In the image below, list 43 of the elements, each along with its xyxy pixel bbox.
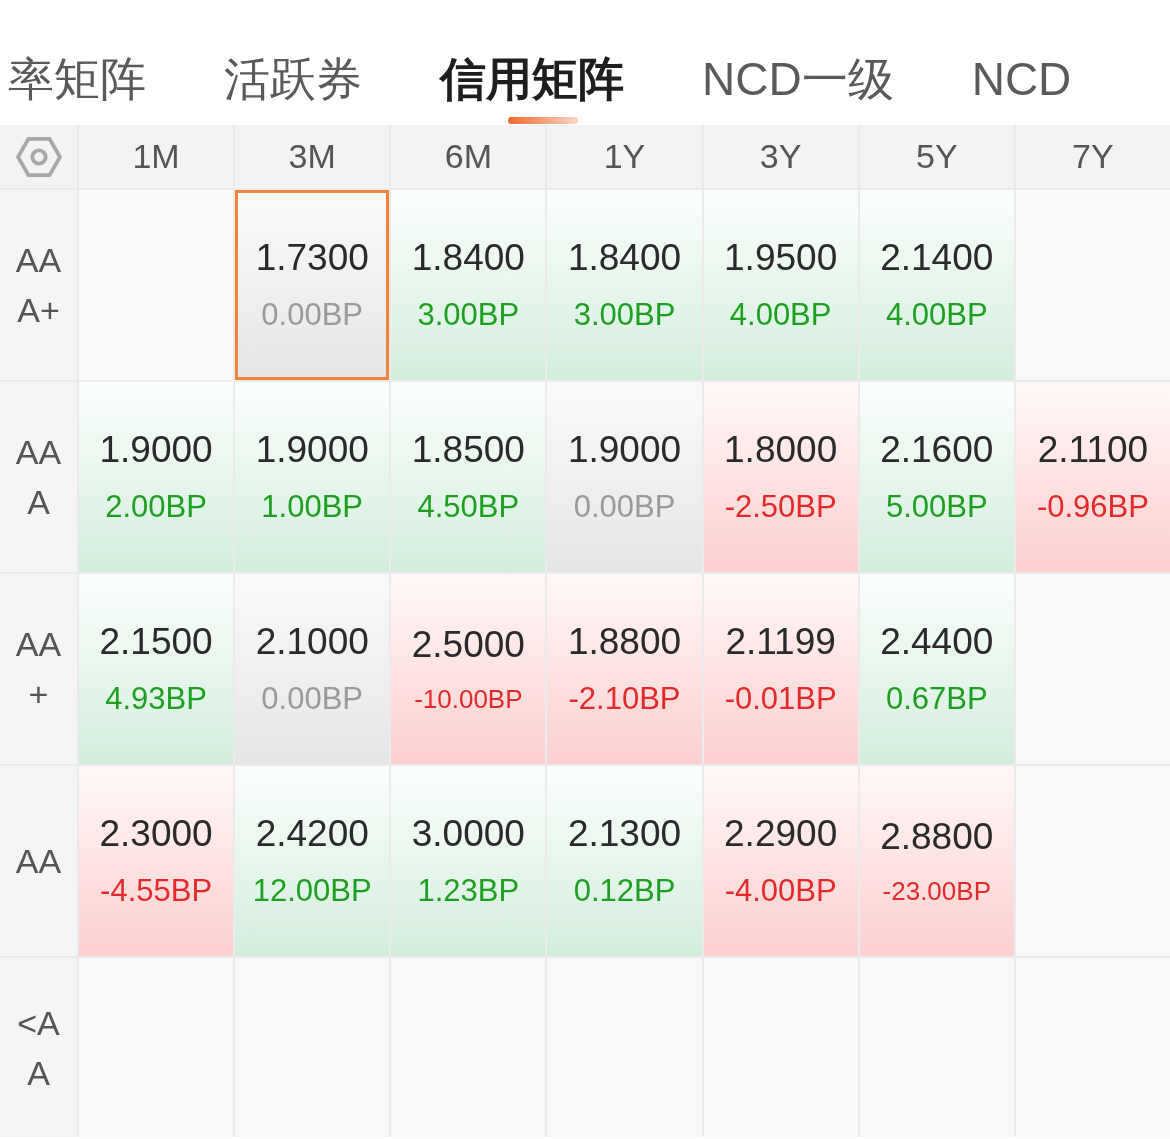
rate-cell[interactable]: 1.9500 4.00BP — [703, 190, 858, 380]
rate-cell[interactable]: 2.4200 12.00BP — [235, 766, 390, 956]
rate-cell[interactable]: 2.1000 0.00BP — [235, 574, 390, 764]
rate-cell[interactable]: 2.1600 5.00BP — [859, 382, 1014, 572]
column-header: 3Y — [703, 125, 858, 188]
row-header: AA+ — [0, 574, 77, 764]
tab[interactable]: 活跃券 — [224, 48, 362, 125]
tab[interactable]: NCD — [971, 48, 1072, 125]
settings-icon[interactable] — [15, 135, 62, 178]
column-header: 6M — [391, 125, 546, 188]
rate-cell[interactable]: 1.7300 0.00BP — [235, 190, 390, 380]
rate-cell[interactable]: 2.4400 0.67BP — [859, 574, 1014, 764]
rate-cell[interactable]: 2.5000 -10.00BP — [391, 574, 546, 764]
column-header: 1M — [79, 125, 234, 188]
column-header: 1Y — [547, 125, 702, 188]
rate-cell[interactable]: 2.1300 0.12BP — [547, 766, 702, 956]
tab[interactable]: NCD一级 — [702, 48, 894, 125]
row-header: AAA+ — [0, 190, 77, 380]
column-header: 3M — [235, 125, 390, 188]
rate-cell[interactable]: 2.2900 -4.00BP — [703, 766, 858, 956]
rate-cell[interactable]: 1.9000 0.00BP — [547, 382, 702, 572]
rate-cell[interactable]: 1.9000 2.00BP — [79, 382, 234, 572]
row-header: AAA — [0, 382, 77, 572]
tab-indicator — [508, 117, 578, 124]
rate-cell[interactable]: 1.8500 4.50BP — [391, 382, 546, 572]
column-header: 5Y — [859, 125, 1014, 188]
column-header: 7Y — [1015, 125, 1170, 188]
tab[interactable]: 率矩阵 — [8, 48, 146, 125]
rate-cell[interactable]: 2.1400 4.00BP — [859, 190, 1014, 380]
rate-cell[interactable]: 3.0000 1.23BP — [391, 766, 546, 956]
rate-cell[interactable]: 1.8800 -2.10BP — [547, 574, 702, 764]
rate-cell[interactable]: 2.1100 -0.96BP — [1015, 382, 1170, 572]
rate-cell[interactable]: 2.1199 -0.01BP — [703, 574, 858, 764]
row-header: <AA — [0, 958, 77, 1137]
rate-cell[interactable]: 1.8000 -2.50BP — [703, 382, 858, 572]
tab[interactable]: 信用矩阵 — [440, 48, 624, 125]
rate-cell[interactable]: 2.1500 4.93BP — [79, 574, 234, 764]
rate-cell[interactable]: 1.8400 3.00BP — [391, 190, 546, 380]
row-header: AA — [0, 766, 77, 956]
rate-cell[interactable]: 1.8400 3.00BP — [547, 190, 702, 380]
rate-cell[interactable]: 2.3000 -4.55BP — [79, 766, 234, 956]
rate-cell[interactable]: 2.8800 -23.00BP — [859, 766, 1014, 956]
rate-cell[interactable]: 1.9000 1.00BP — [235, 382, 390, 572]
